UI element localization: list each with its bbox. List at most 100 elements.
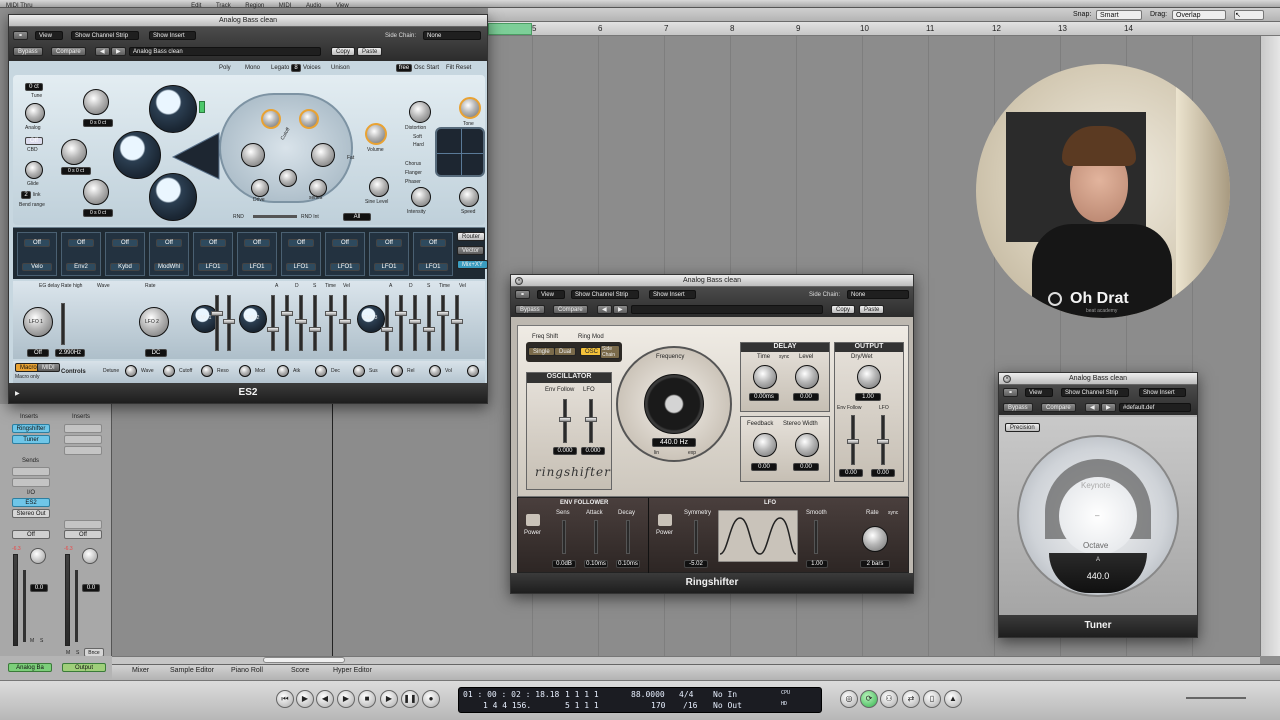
menu-item[interactable]: Edit: [191, 3, 201, 9]
router-cell[interactable]: Off LFO1: [325, 232, 365, 276]
macro-knob[interactable]: [429, 365, 441, 377]
router-intensity-value[interactable]: Off: [156, 239, 182, 247]
low-latency-button[interactable]: ◎: [840, 690, 858, 708]
autopunch-button[interactable]: ⚇: [880, 690, 898, 708]
planar-pad[interactable]: [435, 127, 485, 177]
drag-select[interactable]: Overlap: [1172, 10, 1226, 20]
bend-range-value[interactable]: 2: [21, 191, 31, 199]
cbd-off-button[interactable]: Off: [25, 137, 43, 145]
router-intensity-value[interactable]: Off: [376, 239, 402, 247]
slider-cap[interactable]: [223, 319, 235, 324]
next-preset-button[interactable]: ▶: [111, 47, 126, 56]
envelope-slider[interactable]: [427, 295, 431, 351]
router-cell[interactable]: Off Velo: [17, 232, 57, 276]
soft-toggle[interactable]: Soft: [413, 134, 422, 140]
osc1-on-led[interactable]: [199, 101, 205, 113]
delay-time-knob[interactable]: [753, 365, 777, 389]
router-intensity-value[interactable]: Off: [288, 239, 314, 247]
show-insert-menu[interactable]: Show Insert: [649, 290, 696, 299]
envelope-slider[interactable]: [385, 295, 389, 351]
close-icon[interactable]: ×: [1003, 375, 1011, 383]
ringshifter-titlebar[interactable]: × Analog Bass clean: [511, 275, 913, 287]
play-from-selection-button[interactable]: ▶: [296, 690, 314, 708]
dual-mode-button[interactable]: Dual: [554, 347, 577, 356]
osc2-freq-knob[interactable]: [61, 139, 87, 165]
slider-cap[interactable]: [877, 439, 889, 444]
osc1-waveform-knob[interactable]: [149, 85, 197, 133]
view-menu[interactable]: View: [537, 290, 565, 299]
prev-preset-button[interactable]: ◀: [1085, 403, 1100, 412]
link-icon[interactable]: ⚭: [13, 31, 29, 40]
envelope-slider[interactable]: [329, 295, 333, 351]
router-cell[interactable]: Off LFO1: [369, 232, 409, 276]
filter1-resonance-knob[interactable]: [261, 109, 281, 129]
cycle-region[interactable]: [488, 23, 532, 35]
volume-value[interactable]: 0.0: [30, 584, 48, 592]
router-cell[interactable]: Off LFO1: [413, 232, 453, 276]
distortion-knob[interactable]: [409, 101, 431, 123]
tab-piano-roll[interactable]: Piano Roll: [231, 667, 263, 674]
channel-name[interactable]: Output: [62, 663, 106, 672]
single-mode-button[interactable]: Single: [528, 347, 555, 356]
envelope-slider[interactable]: [285, 295, 289, 351]
tab-hyper-editor[interactable]: Hyper Editor: [333, 667, 372, 674]
insert-slot-empty[interactable]: [64, 446, 102, 455]
osc-lfo-value[interactable]: 0.000: [581, 447, 605, 455]
cycle-button[interactable]: ⟳: [860, 690, 878, 708]
prev-preset-button[interactable]: ◀: [597, 305, 612, 314]
router-intensity-value[interactable]: Off: [244, 239, 270, 247]
router-intensity-value[interactable]: Off: [24, 239, 50, 247]
delay-level-knob[interactable]: [795, 365, 819, 389]
router-intensity-value[interactable]: Off: [68, 239, 94, 247]
router-source[interactable]: LFO1: [286, 263, 316, 271]
go-to-start-button[interactable]: ⏮: [276, 690, 294, 708]
router-cell[interactable]: Off LFO1: [193, 232, 233, 276]
copy-button[interactable]: Copy: [331, 47, 356, 56]
osc3-freq-knob[interactable]: [83, 179, 109, 205]
slider-cap[interactable]: [437, 311, 449, 316]
pause-button[interactable]: ❚❚: [401, 690, 419, 708]
es2-titlebar[interactable]: Analog Bass clean: [9, 15, 487, 27]
volume-fader[interactable]: [75, 570, 78, 642]
next-preset-button[interactable]: ▶: [1101, 403, 1116, 412]
feedback-value[interactable]: 0.00: [751, 463, 777, 471]
router-cell[interactable]: Off LFO1: [281, 232, 321, 276]
side-chain-mode-button[interactable]: Side Chain: [600, 345, 620, 359]
lfo-rate-value[interactable]: 2 bars: [860, 560, 890, 568]
show-channel-strip-menu[interactable]: Show Channel Strip: [571, 290, 640, 299]
speed-knob[interactable]: [459, 187, 479, 207]
scroll-thumb[interactable]: [263, 657, 345, 663]
copy-button[interactable]: Copy: [831, 305, 856, 314]
router-source[interactable]: Kybd: [110, 263, 140, 271]
menu-item[interactable]: Region: [245, 3, 264, 9]
link-icon[interactable]: ⚭: [515, 290, 531, 299]
side-chain-select[interactable]: None: [423, 31, 481, 40]
slider-cap[interactable]: [381, 327, 393, 332]
send-slot[interactable]: [12, 478, 50, 487]
show-channel-strip-menu[interactable]: Show Channel Strip: [1061, 388, 1130, 397]
paste-button[interactable]: Paste: [859, 305, 885, 314]
volume-knob[interactable]: [365, 123, 387, 145]
lfo1-delay-value[interactable]: Off: [27, 349, 49, 357]
menu-item[interactable]: MIDI: [279, 3, 292, 9]
view-menu[interactable]: View: [35, 31, 63, 40]
router-cell[interactable]: Off Kybd: [105, 232, 145, 276]
router-cell[interactable]: Off ModWhl: [149, 232, 189, 276]
delay-level-value[interactable]: 0.00: [793, 393, 819, 401]
mono-mode[interactable]: Mono: [245, 65, 260, 71]
transport-display[interactable]: 01 : 00 : 02 : 18.18 1 4 4 156. 1 1 1 1 …: [458, 687, 822, 713]
slider-cap[interactable]: [847, 439, 859, 444]
voices-value[interactable]: 8: [291, 64, 301, 72]
bar-ruler[interactable]: 5 6 7 8 9 10 11 12 13 14: [488, 22, 1280, 36]
show-channel-strip-menu[interactable]: Show Channel Strip: [71, 31, 140, 40]
filter2-resonance-knob[interactable]: [299, 109, 319, 129]
input-slot[interactable]: ES2: [12, 498, 50, 507]
dry-wet-knob[interactable]: [857, 365, 881, 389]
tone-knob[interactable]: [459, 97, 481, 119]
macro-only-toggle[interactable]: Macro only: [15, 374, 39, 380]
tab-mixer[interactable]: Mixer: [132, 667, 149, 674]
slider-cap[interactable]: [295, 319, 307, 324]
router-source[interactable]: Velo: [22, 263, 52, 271]
filter-reset-toggle[interactable]: Filt Reset: [446, 65, 471, 71]
macro-knob[interactable]: [277, 365, 289, 377]
